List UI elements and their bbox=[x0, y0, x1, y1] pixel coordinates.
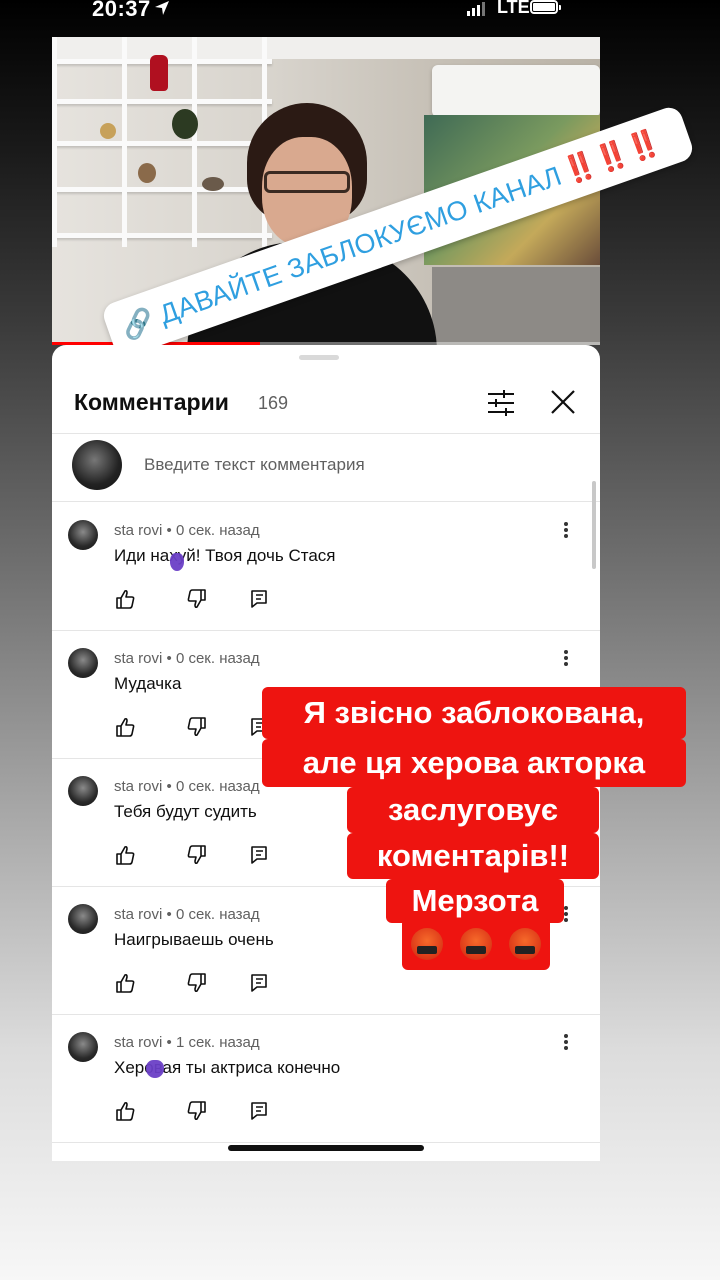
dislike-icon[interactable] bbox=[186, 716, 208, 738]
drag-handle[interactable] bbox=[299, 355, 339, 360]
battery-icon bbox=[530, 0, 561, 14]
comment-author[interactable]: sta rovi bbox=[114, 1034, 162, 1051]
comment-time: • 0 сек. назад bbox=[166, 778, 260, 795]
comments-sheet: Комментарии 169 Введите текст комментари… bbox=[52, 345, 600, 1161]
sort-filter-icon[interactable] bbox=[486, 389, 516, 417]
comment-time: • 0 сек. назад bbox=[166, 906, 260, 923]
comment-item: sta rovi • 0 сек. назад Наигрываешь очень bbox=[52, 886, 600, 1015]
air-conditioner bbox=[432, 65, 600, 117]
comment-text: Иди нахуй! Твоя дочь Стася bbox=[114, 546, 336, 565]
comment-item: sta rovi • 1 сек. назад Херовая ты актрис… bbox=[52, 1014, 600, 1143]
comment-text: Мудачка bbox=[114, 674, 182, 693]
comment-author[interactable]: sta rovi bbox=[114, 906, 162, 923]
commenter-avatar[interactable] bbox=[68, 648, 98, 678]
commenter-avatar[interactable] bbox=[68, 904, 98, 934]
dislike-icon[interactable] bbox=[186, 588, 208, 610]
reply-icon[interactable] bbox=[248, 844, 270, 866]
comments-header: Комментарии 169 bbox=[52, 375, 600, 434]
red-vase bbox=[150, 55, 168, 91]
clock: 20:37 bbox=[92, 0, 151, 21]
home-indicator[interactable] bbox=[228, 1145, 424, 1151]
comment-text: Тебя будут судить bbox=[114, 802, 257, 821]
location-arrow-icon bbox=[155, 1, 169, 15]
more-options-icon[interactable] bbox=[562, 1034, 570, 1054]
comment-item: sta rovi • 0 сек. назад Тебя будут судить bbox=[52, 758, 600, 887]
comment-input[interactable]: Введите текст комментария bbox=[144, 455, 365, 475]
comments-count: 169 bbox=[258, 393, 289, 413]
dislike-icon[interactable] bbox=[186, 1100, 208, 1122]
reply-icon[interactable] bbox=[248, 588, 270, 610]
user-avatar bbox=[72, 440, 122, 490]
comment-meta: sta rovi • 0 сек. назад bbox=[114, 522, 260, 539]
comment-time: • 0 сек. назад bbox=[166, 522, 260, 539]
more-options-icon[interactable] bbox=[562, 522, 570, 542]
signal-bars-icon bbox=[467, 2, 485, 16]
comment-time: • 0 сек. назад bbox=[166, 650, 260, 667]
like-icon[interactable] bbox=[114, 716, 136, 738]
comment-item: sta rovi • 0 сек. назад Мудачка bbox=[52, 630, 600, 759]
commenter-avatar[interactable] bbox=[68, 520, 98, 550]
comments-title: Комментарии bbox=[74, 389, 229, 415]
comment-author[interactable]: sta rovi bbox=[114, 522, 162, 539]
more-options-icon[interactable] bbox=[562, 906, 570, 926]
comment-meta: sta rovi • 0 сек. назад bbox=[114, 778, 260, 795]
more-options-icon[interactable] bbox=[562, 650, 570, 670]
comment-meta: sta rovi • 1 сек. назад bbox=[114, 1034, 260, 1051]
network-type: LTE bbox=[497, 0, 530, 17]
comment-compose[interactable]: Введите текст комментария bbox=[52, 434, 600, 502]
like-icon[interactable] bbox=[114, 972, 136, 994]
status-bar: 20:37 LTE bbox=[0, 0, 720, 26]
more-options-icon[interactable] bbox=[562, 778, 570, 798]
like-icon[interactable] bbox=[114, 588, 136, 610]
comment-author[interactable]: sta rovi bbox=[114, 650, 162, 667]
commenter-avatar[interactable] bbox=[68, 776, 98, 806]
like-icon[interactable] bbox=[114, 1100, 136, 1122]
scribble-mark bbox=[170, 553, 184, 571]
like-icon[interactable] bbox=[114, 844, 136, 866]
comment-time: • 1 сек. назад bbox=[166, 1034, 260, 1051]
comment-author[interactable]: sta rovi bbox=[114, 778, 162, 795]
comment-item: sta rovi • 0 сек. назад Иди нахуй! Твоя д… bbox=[52, 502, 600, 631]
commenter-avatar[interactable] bbox=[68, 1032, 98, 1062]
link-icon: 🔗 bbox=[117, 303, 158, 343]
reply-icon[interactable] bbox=[248, 716, 270, 738]
reply-icon[interactable] bbox=[248, 972, 270, 994]
comment-meta: sta rovi • 0 сек. назад bbox=[114, 906, 260, 923]
comment-meta: sta rovi • 0 сек. назад bbox=[114, 650, 260, 667]
reply-icon[interactable] bbox=[248, 1100, 270, 1122]
close-icon[interactable] bbox=[548, 387, 578, 417]
scribble-mark bbox=[146, 1060, 164, 1078]
comment-text: Наигрываешь очень bbox=[114, 930, 274, 949]
dislike-icon[interactable] bbox=[186, 844, 208, 866]
dislike-icon[interactable] bbox=[186, 972, 208, 994]
